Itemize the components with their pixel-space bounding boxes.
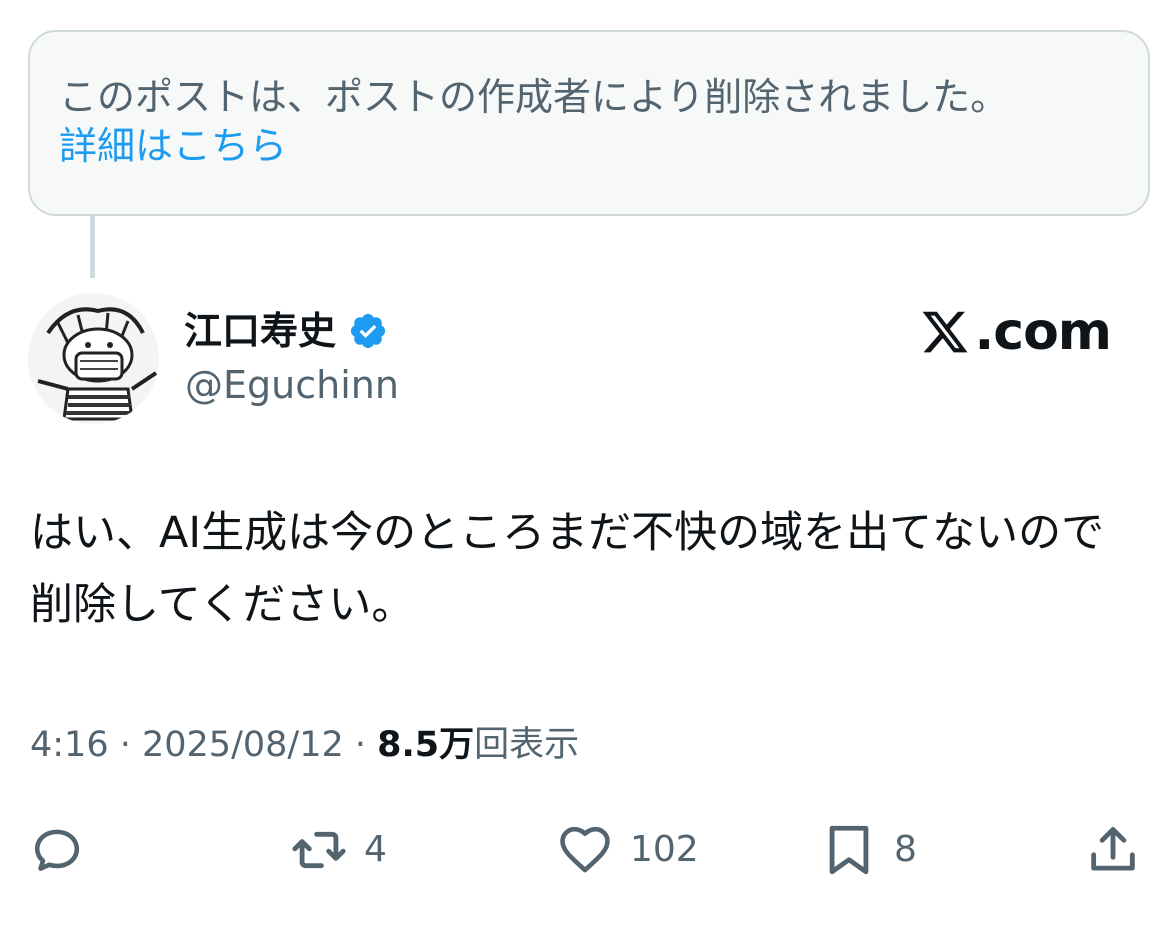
post-time[interactable]: 4:16 xyxy=(30,725,109,765)
repost-button[interactable]: 4 xyxy=(290,820,387,880)
like-button[interactable]: 102 xyxy=(556,820,699,880)
meta-separator: · xyxy=(343,725,378,765)
reply-icon xyxy=(34,829,80,871)
author-handle[interactable]: @Eguchinn xyxy=(185,360,399,410)
share-button[interactable] xyxy=(1084,820,1142,880)
thread-connector-line xyxy=(90,216,95,278)
views-count: 8.5万 xyxy=(377,725,475,765)
brand-domain-text: .com xyxy=(974,302,1112,362)
post-card: このポストは、ポストの作成者により削除されました。 詳細はこちら 江口寿史 @E… xyxy=(0,0,1171,926)
post-date[interactable]: 2025/08/12 xyxy=(142,725,344,765)
author-display-name[interactable]: 江口寿史 xyxy=(184,306,336,356)
heart-icon xyxy=(560,826,610,873)
learn-more-link[interactable]: 詳細はこちら xyxy=(59,121,287,171)
like-count: 102 xyxy=(630,829,699,870)
avatar[interactable] xyxy=(28,293,159,424)
meta-separator: · xyxy=(108,725,142,765)
share-icon xyxy=(1091,827,1135,871)
repost-count: 4 xyxy=(364,829,387,870)
post-text: はい、AI生成は今のところまだ不快の域を出てないので削除してください。 xyxy=(30,508,1105,630)
verified-badge-icon xyxy=(350,313,386,349)
bookmark-button[interactable]: 8 xyxy=(820,820,917,880)
deleted-notice-text: このポストは、ポストの作成者により削除されました。 xyxy=(59,75,1009,119)
reply-button[interactable] xyxy=(28,820,86,880)
brand-logo: .com xyxy=(919,302,1112,362)
x-logo-icon xyxy=(922,311,968,353)
author-name-row[interactable]: 江口寿史 xyxy=(184,306,388,356)
bookmark-count: 8 xyxy=(894,829,917,870)
post-meta: 4:16 · 2025/08/12 · 8.5万回表示 xyxy=(30,720,579,770)
bookmark-icon xyxy=(829,825,869,875)
repost-icon xyxy=(292,831,346,869)
action-bar: 4 102 8 xyxy=(0,810,1171,890)
views-label: 回表示 xyxy=(474,725,580,765)
deleted-post-notice: このポストは、ポストの作成者により削除されました。 詳細はこちら xyxy=(28,30,1150,216)
avatar-illustration xyxy=(28,293,159,424)
